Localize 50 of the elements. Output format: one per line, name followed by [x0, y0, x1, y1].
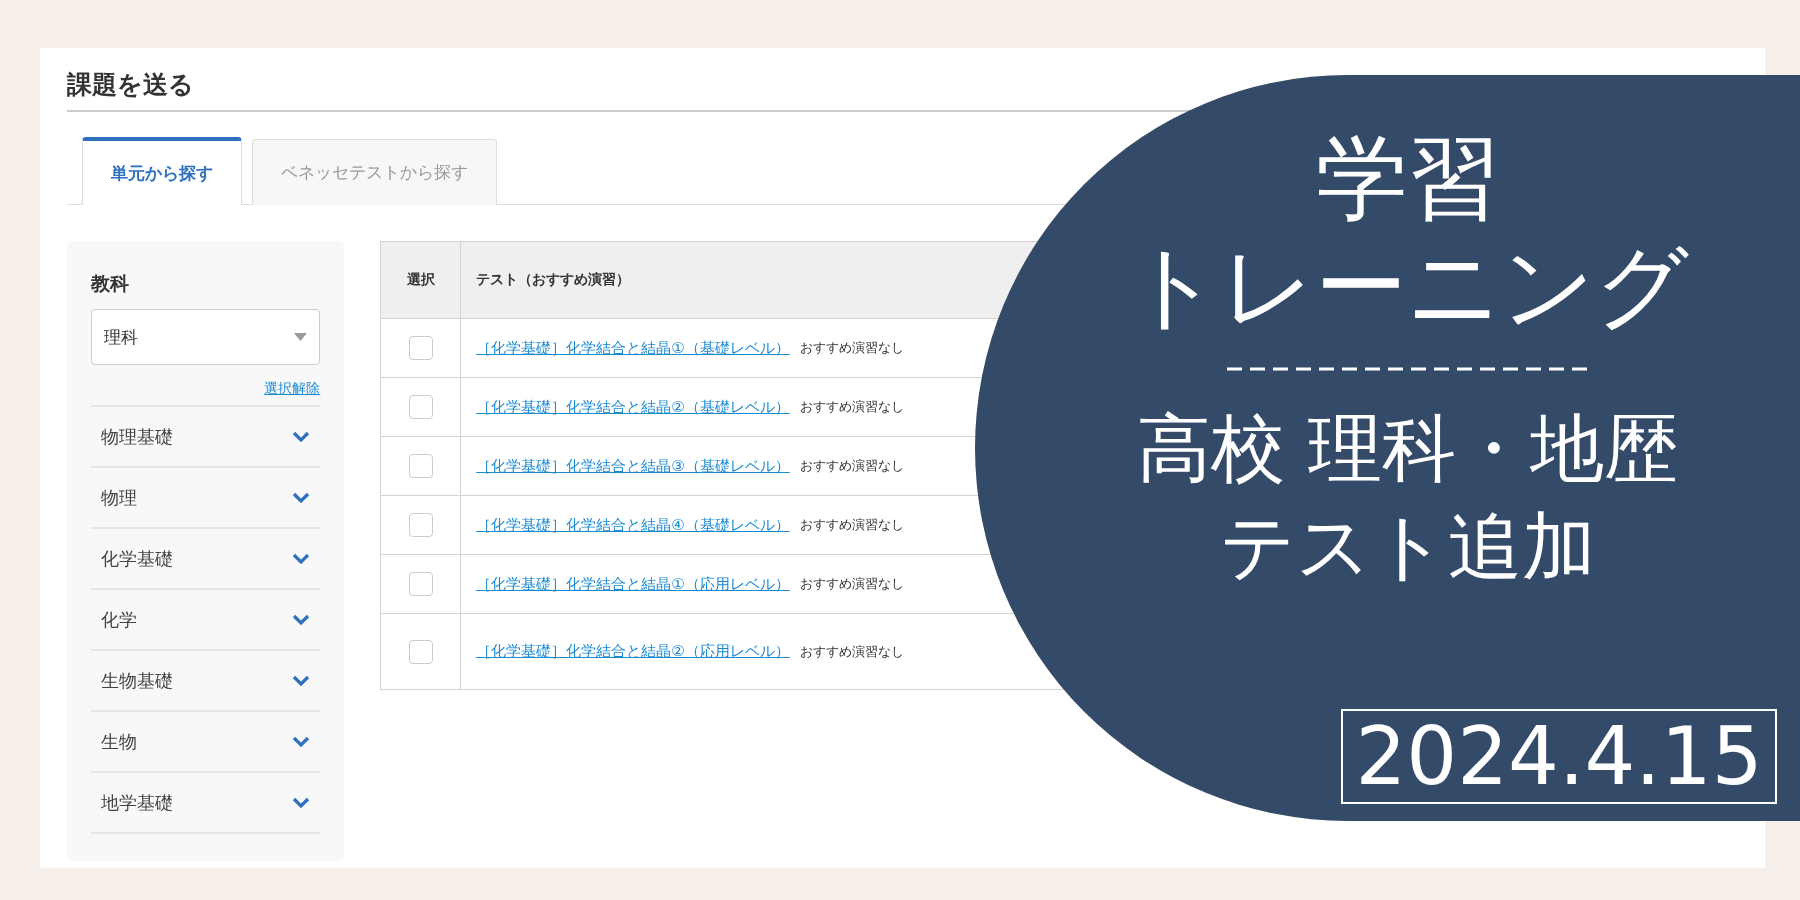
banner-subtitle: 高校 理科・地歴 — [1136, 404, 1679, 493]
category-item[interactable]: 生物 — [91, 712, 321, 773]
chevron-down-icon — [292, 552, 311, 565]
category-item[interactable]: 地学基礎 — [91, 773, 321, 834]
test-link[interactable]: ［化学基礎］化学結合と結晶③（基礎レベル） — [476, 456, 790, 476]
category-item[interactable]: 物理 — [91, 468, 321, 529]
checkbox[interactable] — [408, 639, 433, 664]
test-link[interactable]: ［化学基礎］化学結合と結晶④（基礎レベル） — [476, 515, 790, 535]
category-label: 地学基礎 — [101, 790, 173, 815]
chevron-down-icon — [292, 613, 311, 626]
checkbox[interactable] — [408, 513, 433, 537]
checkbox[interactable] — [408, 572, 433, 596]
caret-icon — [294, 333, 308, 341]
chevron-down-icon — [292, 735, 311, 748]
subject-label: 教科 — [91, 271, 130, 296]
recommendation-note: おすすめ演習なし — [799, 642, 904, 661]
banner-subtitle: テスト追加 — [1219, 502, 1596, 591]
chevron-down-icon — [292, 674, 311, 687]
checkbox[interactable] — [408, 336, 433, 360]
subject-select[interactable]: 理科 — [91, 309, 321, 365]
chevron-down-icon — [292, 491, 311, 504]
checkbox[interactable] — [408, 454, 433, 478]
category-label: 化学 — [101, 607, 137, 632]
recommendation-note: おすすめ演習なし — [799, 575, 904, 593]
test-link[interactable]: ［化学基礎］化学結合と結晶②（基礎レベル） — [476, 397, 790, 417]
category-item[interactable]: 生物基礎 — [91, 651, 321, 712]
recommendation-note: おすすめ演習なし — [799, 457, 904, 475]
category-item[interactable]: 化学 — [91, 590, 321, 651]
category-label: 化学基礎 — [101, 546, 173, 571]
recommendation-note: おすすめ演習なし — [799, 516, 904, 534]
tab[interactable]: ベネッセテストから探す — [252, 139, 497, 205]
category-item[interactable]: 物理基礎 — [91, 407, 321, 468]
recommendation-note: おすすめ演習なし — [799, 339, 904, 357]
chevron-down-icon — [292, 430, 311, 443]
clear-selection-link[interactable]: 選択解除 — [264, 380, 321, 396]
category-label: 生物 — [101, 729, 137, 754]
test-link[interactable]: ［化学基礎］化学結合と結晶②（応用レベル） — [476, 642, 790, 661]
category-label: 物理基礎 — [101, 424, 173, 449]
test-link[interactable]: ［化学基礎］化学結合と結晶①（応用レベル） — [476, 574, 790, 594]
date-badge: 2024.4.15 — [1341, 709, 1777, 804]
checkbox[interactable] — [408, 395, 433, 419]
category-label: 生物基礎 — [101, 668, 173, 693]
chevron-down-icon — [292, 796, 311, 809]
category-label: 物理 — [101, 485, 137, 510]
banner-title: 学習 — [1315, 125, 1500, 233]
test-link[interactable]: ［化学基礎］化学結合と結晶①（基礎レベル） — [476, 338, 790, 358]
recommendation-note: おすすめ演習なし — [799, 398, 904, 416]
tab[interactable]: 単元から探す — [82, 137, 242, 205]
column-header: 選択 — [381, 242, 462, 318]
category-item[interactable]: 化学基礎 — [91, 529, 321, 590]
